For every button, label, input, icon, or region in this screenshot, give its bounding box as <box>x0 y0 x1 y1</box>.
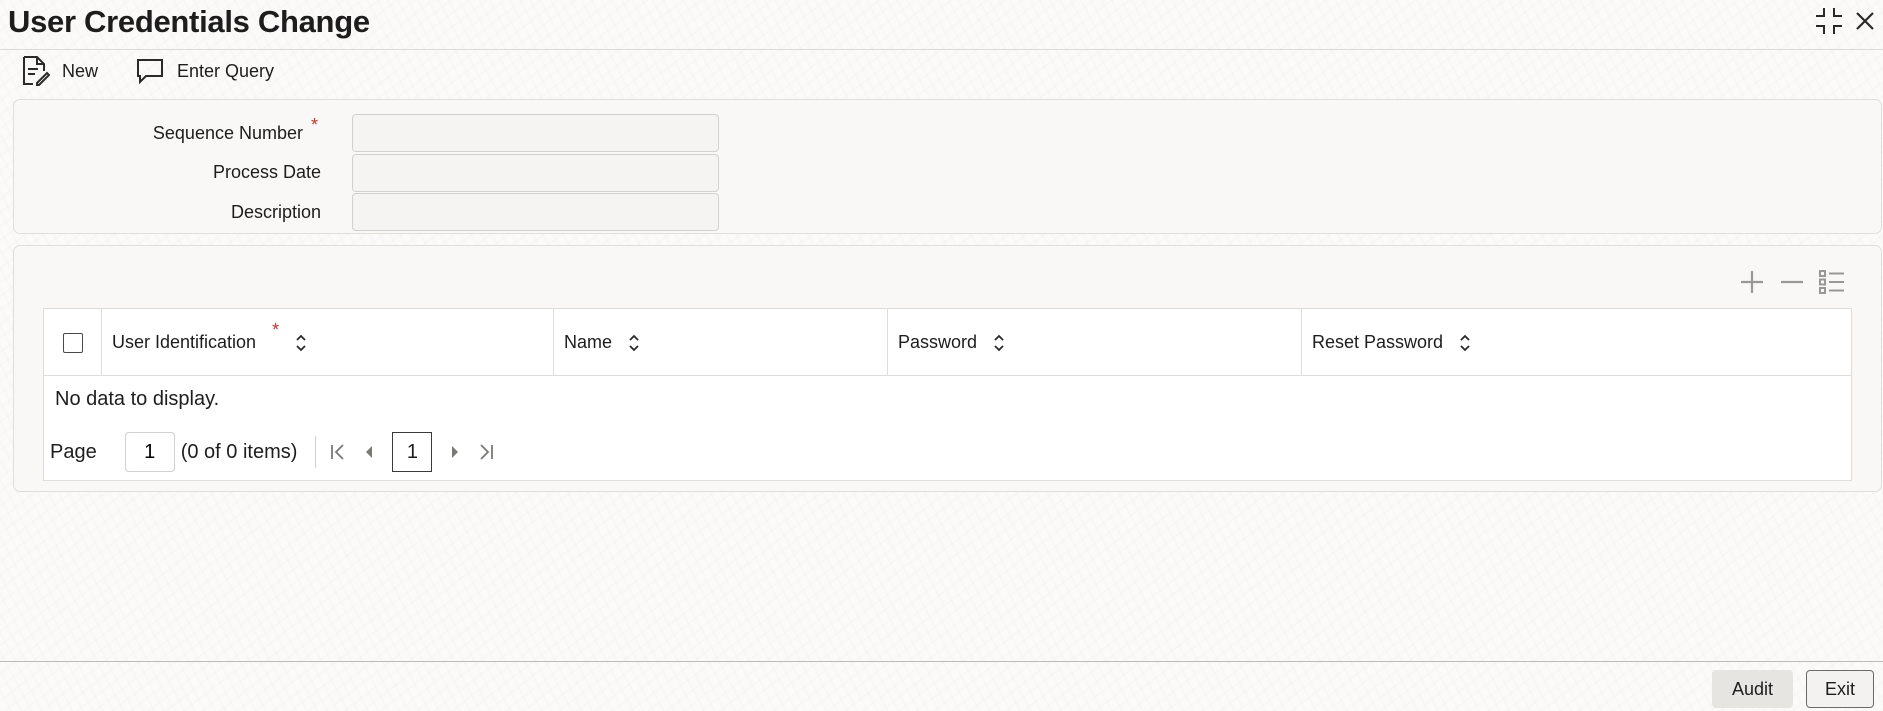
minus-icon[interactable] <box>1777 267 1807 297</box>
title-bar: User Credentials Change <box>0 0 1883 50</box>
page-label: Page <box>50 440 97 463</box>
grid-actions <box>1737 264 1847 300</box>
process-date-label: Process Date <box>212 162 321 182</box>
chat-bubble-icon <box>137 59 163 85</box>
previous-page-icon[interactable] <box>354 432 384 472</box>
header-form-panel: Sequence Number * Process Date Descripti… <box>13 99 1882 234</box>
column-label: User Identification <box>112 332 257 352</box>
description-input[interactable] <box>352 193 719 231</box>
footer-bar: Audit Exit <box>0 661 1883 711</box>
sequence-number-input[interactable] <box>352 114 719 152</box>
grid-header: User Identification * Name Password Rese… <box>44 309 1851 376</box>
page-title: User Credentials Change <box>8 4 370 39</box>
next-page-icon[interactable] <box>440 432 470 472</box>
pager-divider <box>315 436 317 468</box>
column-name[interactable]: Name <box>554 309 888 376</box>
sort-icon[interactable] <box>1459 334 1471 352</box>
enter-query-button[interactable]: Enter Query <box>135 54 274 88</box>
close-icon[interactable] <box>1848 4 1882 38</box>
description-label: Description <box>230 202 321 222</box>
current-page-button[interactable]: 1 <box>392 432 433 472</box>
first-page-icon[interactable] <box>324 432 354 472</box>
column-reset-password[interactable]: Reset Password <box>1302 309 1851 376</box>
items-count: (0 of 0 items) <box>180 440 298 463</box>
new-document-icon <box>23 56 50 86</box>
toolbar: New Enter Query <box>0 50 600 92</box>
new-label: New <box>62 60 99 81</box>
plus-icon[interactable] <box>1737 267 1767 297</box>
column-label: Reset Password <box>1312 332 1444 352</box>
column-user-identification[interactable]: User Identification * <box>102 309 554 376</box>
list-icon[interactable] <box>1817 267 1847 297</box>
enter-query-label: Enter Query <box>177 60 275 81</box>
last-page-icon[interactable] <box>470 432 500 472</box>
new-button[interactable]: New <box>20 54 98 88</box>
column-password[interactable]: Password <box>888 309 1302 376</box>
column-label: Name <box>564 332 613 352</box>
column-label: Password <box>898 332 978 352</box>
required-asterisk: * <box>272 320 280 340</box>
sequence-number-label: Sequence Number <box>152 123 303 143</box>
grid-panel: User Identification * Name Password Rese… <box>13 245 1882 492</box>
audit-button[interactable]: Audit <box>1712 670 1793 708</box>
select-all-column <box>44 309 102 376</box>
pagination: Page (0 of 0 items) 1 <box>50 431 500 473</box>
maximize-icon[interactable] <box>1812 4 1846 38</box>
process-date-input[interactable] <box>352 154 719 192</box>
sort-icon[interactable] <box>295 334 307 352</box>
select-all-checkbox[interactable] <box>62 332 83 353</box>
data-grid: User Identification * Name Password Rese… <box>43 308 1852 481</box>
page-number-input[interactable] <box>124 432 175 472</box>
empty-message: No data to display. <box>55 388 220 410</box>
exit-button[interactable]: Exit <box>1806 670 1874 708</box>
sort-icon[interactable] <box>993 334 1005 352</box>
required-asterisk: * <box>311 115 319 135</box>
sort-icon[interactable] <box>628 334 640 352</box>
